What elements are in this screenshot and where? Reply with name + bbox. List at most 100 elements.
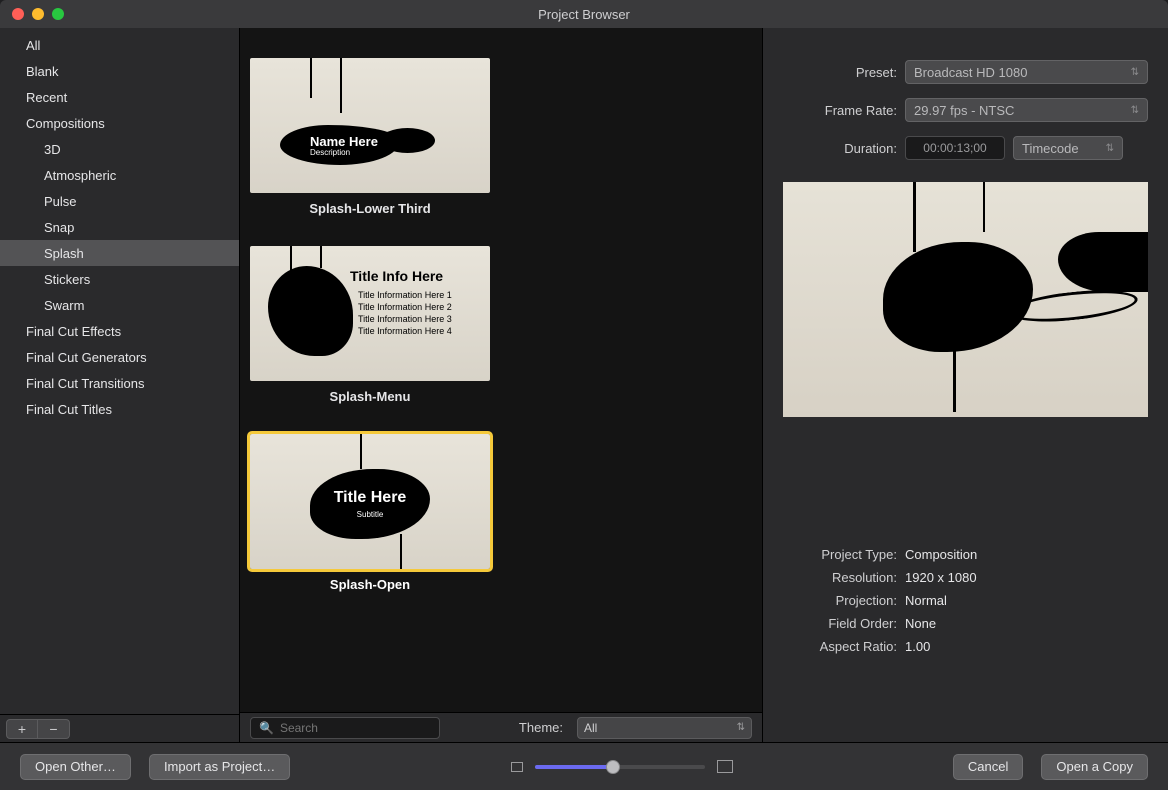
sidebar-toolbar: + −: [0, 714, 239, 742]
meta-label-projection: Projection:: [783, 593, 897, 608]
preset-label: Preset:: [783, 65, 897, 80]
sidebar-item-stickers[interactable]: Stickers: [0, 266, 239, 292]
sidebar-item-label: Final Cut Transitions: [26, 376, 145, 391]
center-toolbar: 🔍 Theme: All ⇅: [240, 712, 762, 742]
sidebar: All Blank Recent Compositions 3D Atmosph…: [0, 28, 240, 742]
sidebar-item-label: Atmospheric: [44, 168, 116, 183]
overlay-title: Title Info Here: [350, 268, 443, 284]
sidebar-item-label: Recent: [26, 90, 67, 105]
sidebar-item-fc-generators[interactable]: Final Cut Generators: [0, 344, 239, 370]
meta-label-aspect-ratio: Aspect Ratio:: [783, 639, 897, 654]
template-splash-lower-third[interactable]: Name Here Description Splash-Lower Third: [250, 58, 490, 216]
sidebar-item-label: Pulse: [44, 194, 77, 209]
sidebar-item-label: Blank: [26, 64, 59, 79]
content-area: All Blank Recent Compositions 3D Atmosph…: [0, 28, 1168, 742]
sidebar-item-snap[interactable]: Snap: [0, 214, 239, 240]
sidebar-item-compositions[interactable]: Compositions: [0, 110, 239, 136]
meta-value-field-order: None: [905, 616, 936, 631]
sidebar-item-label: Stickers: [44, 272, 90, 287]
zoom-small-icon: [511, 762, 523, 772]
sidebar-item-fc-transitions[interactable]: Final Cut Transitions: [0, 370, 239, 396]
preset-value: Broadcast HD 1080: [914, 65, 1027, 80]
frame-rate-select[interactable]: 29.97 fps - NTSC ⇅: [905, 98, 1148, 122]
template-grid: Name Here Description Splash-Lower Third…: [240, 28, 762, 712]
remove-button[interactable]: −: [38, 719, 70, 739]
overlay-line: Title Information Here 2: [358, 302, 452, 312]
meta-label-field-order: Field Order:: [783, 616, 897, 631]
sidebar-item-label: Splash: [44, 246, 84, 261]
titlebar: Project Browser: [0, 0, 1168, 28]
duration-label: Duration:: [783, 141, 897, 156]
meta-label-project-type: Project Type:: [783, 547, 897, 562]
open-a-copy-button[interactable]: Open a Copy: [1041, 754, 1148, 780]
meta-value-project-type: Composition: [905, 547, 977, 562]
sidebar-item-swarm[interactable]: Swarm: [0, 292, 239, 318]
add-button[interactable]: +: [6, 719, 38, 739]
theme-select[interactable]: All ⇅: [577, 717, 752, 739]
template-label: Splash-Lower Third: [309, 201, 430, 216]
frame-rate-value: 29.97 fps - NTSC: [914, 103, 1014, 118]
preset-select[interactable]: Broadcast HD 1080 ⇅: [905, 60, 1148, 84]
sidebar-item-pulse[interactable]: Pulse: [0, 188, 239, 214]
sidebar-item-recent[interactable]: Recent: [0, 84, 239, 110]
template-area: Name Here Description Splash-Lower Third…: [240, 28, 763, 742]
duration-mode-value: Timecode: [1022, 141, 1079, 156]
sidebar-item-fc-titles[interactable]: Final Cut Titles: [0, 396, 239, 422]
template-splash-menu[interactable]: Title Info Here Title Information Here 1…: [250, 246, 490, 404]
sidebar-item-label: Final Cut Generators: [26, 350, 147, 365]
sidebar-item-3d[interactable]: 3D: [0, 136, 239, 162]
theme-label: Theme:: [519, 720, 563, 735]
template-label: Splash-Menu: [330, 389, 411, 404]
inspector: Preset: Broadcast HD 1080 ⇅ Frame Rate: …: [763, 28, 1168, 742]
project-browser-window: Project Browser All Blank Recent Composi…: [0, 0, 1168, 790]
duration-field[interactable]: 00:00:13;00: [905, 136, 1005, 160]
sidebar-item-blank[interactable]: Blank: [0, 58, 239, 84]
search-icon: 🔍: [259, 721, 274, 735]
overlay-subtitle: Subtitle: [250, 510, 490, 519]
sidebar-item-fc-effects[interactable]: Final Cut Effects: [0, 318, 239, 344]
search-field[interactable]: 🔍: [250, 717, 440, 739]
footer: Open Other… Import as Project… Cancel Op…: [0, 742, 1168, 790]
overlay-title: Name Here Description: [310, 134, 378, 157]
sidebar-item-label: All: [26, 38, 40, 53]
template-thumbnail: Name Here Description: [250, 58, 490, 193]
zoom-slider[interactable]: [535, 765, 705, 769]
search-input[interactable]: [280, 721, 435, 735]
chevron-updown-icon: ⇅: [737, 722, 745, 733]
meta-value-resolution: 1920 x 1080: [905, 570, 977, 585]
meta-label-resolution: Resolution:: [783, 570, 897, 585]
theme-value: All: [584, 721, 597, 735]
zoom-large-icon: [717, 760, 733, 773]
overlay-line: Title Information Here 1: [358, 290, 452, 300]
chevron-updown-icon: ⇅: [1106, 143, 1114, 154]
template-splash-open[interactable]: Title Here Subtitle Splash-Open: [250, 434, 490, 592]
sidebar-list: All Blank Recent Compositions 3D Atmosph…: [0, 28, 239, 714]
zoom-slider-knob[interactable]: [606, 760, 620, 774]
sidebar-item-label: Snap: [44, 220, 74, 235]
sidebar-item-splash[interactable]: Splash: [0, 240, 239, 266]
import-as-project-button[interactable]: Import as Project…: [149, 754, 290, 780]
frame-rate-label: Frame Rate:: [783, 103, 897, 118]
plus-icon: +: [18, 721, 26, 737]
sidebar-item-label: 3D: [44, 142, 61, 157]
sidebar-item-atmospheric[interactable]: Atmospheric: [0, 162, 239, 188]
sidebar-item-label: Compositions: [26, 116, 105, 131]
template-thumbnail: Title Info Here Title Information Here 1…: [250, 246, 490, 381]
project-settings-form: Preset: Broadcast HD 1080 ⇅ Frame Rate: …: [783, 28, 1148, 160]
sidebar-item-all[interactable]: All: [0, 32, 239, 58]
meta-value-aspect-ratio: 1.00: [905, 639, 930, 654]
overlay-line: Title Information Here 4: [358, 326, 452, 336]
sidebar-item-label: Swarm: [44, 298, 84, 313]
duration-mode-select[interactable]: Timecode ⇅: [1013, 136, 1123, 160]
chevron-updown-icon: ⇅: [1131, 105, 1139, 116]
sidebar-item-label: Final Cut Effects: [26, 324, 121, 339]
meta-value-projection: Normal: [905, 593, 947, 608]
cancel-button[interactable]: Cancel: [953, 754, 1023, 780]
chevron-updown-icon: ⇅: [1131, 67, 1139, 78]
preview-thumbnail: [783, 182, 1148, 417]
project-metadata: Project Type: Composition Resolution: 1920…: [783, 547, 1148, 654]
sidebar-item-label: Final Cut Titles: [26, 402, 112, 417]
overlay-title: Title Here: [250, 489, 490, 507]
open-other-button[interactable]: Open Other…: [20, 754, 131, 780]
template-thumbnail: Title Here Subtitle: [250, 434, 490, 569]
